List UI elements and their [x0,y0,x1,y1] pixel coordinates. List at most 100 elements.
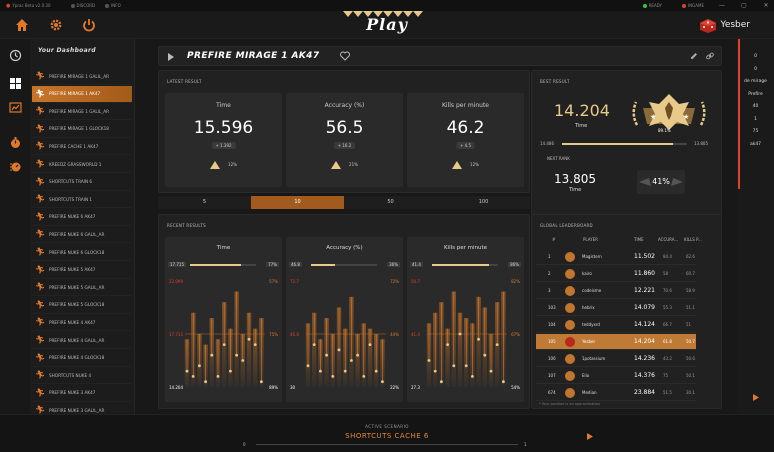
leaderboard-header: # PLAYER TIME ACCURA... KILLS P... [536,237,706,247]
close-button[interactable]: ✕ [762,2,770,9]
leaderboard-time: 14.124 [634,321,655,328]
latest-card-label: Accuracy (%) [324,102,365,109]
data-point [350,359,353,362]
tab-100[interactable]: 100 [437,196,530,209]
active-scenario-name[interactable]: SHORTCUTS CACHE 6 [0,432,774,440]
leaderboard-panel: GLOBAL LEADERBOARD # PLAYER TIME ACCURA.… [531,214,722,409]
leaderboard-row[interactable]: 106 1potassium 14.236 43.2 50.6 [536,351,696,367]
play-scenario-icon[interactable] [587,433,593,440]
dashboard-item-label: PREFIRE MIRAGE 1 GALIL_AR [49,108,110,114]
col-kpm: KILLS P... [684,237,702,242]
data-point [368,343,372,346]
latest-card-delta: + 4.5 [456,142,475,149]
minimize-button[interactable]: — [718,2,726,9]
best-time-value: 14.204 [554,101,610,120]
scenario-name: PREFIRE MIRAGE 1 AK47 [187,51,320,61]
avatar[interactable] [699,18,717,34]
dashboard-item[interactable]: 🏃︎ SHORTCUTS TRAIN 1 [32,191,132,209]
data-point [489,369,493,373]
leaderboard-player: Elio [582,373,590,378]
leaderboard-rank: 674 [548,390,556,395]
history-icon[interactable] [9,49,22,62]
tab-10[interactable]: 10 [251,196,344,209]
data-point [241,359,245,362]
dashboard-item[interactable]: 🏃︎ KREEDZ GRASSWORLD 1 [32,156,132,173]
scenario-progress-track [256,444,518,445]
triangle-icon [210,161,221,169]
leaderboard-row[interactable]: 104 teddyxrd 14.124 66.7 51 [536,317,696,333]
discord-link[interactable]: DISCORD [70,3,95,8]
latest-card-percent: 12% [228,162,237,167]
dashboard-item[interactable]: 🏃︎ PREFIRE NUKE 5 GLOCK18 [32,297,132,314]
dashboard-item[interactable]: 🏃︎ PREFIRE NUKE 6 AK47 [32,209,132,226]
axis-label-bottom: 30 [290,385,296,390]
dashboard-item[interactable]: 🏃︎ SHORTCUTS NUKE 4 [32,367,132,385]
app-name: ● Yprac Beta v2.0.30 [6,2,51,9]
play-icon[interactable] [168,53,174,61]
data-point [446,343,449,346]
leaderboard-kpm: 51.1 [686,305,695,310]
leaderboard-row[interactable]: 1 Magistern 11.502 84.4 62.6 [536,249,696,265]
info-link[interactable]: INFO [105,3,121,8]
maximize-button[interactable]: ▢ [740,2,748,9]
status-bar: ● Yprac Beta v2.0.30 DISCORD INFO READY … [0,0,774,11]
dashboard-item-label: PREFIRE CACHE 1 AK47 [49,143,99,149]
runner-icon: 🏃︎ [35,282,46,292]
tab-5[interactable]: 5 [158,196,251,209]
dashboard-item[interactable]: 🏃︎ PREFIRE MIRAGE 1 AK47 [32,85,132,103]
leaderboard-row[interactable]: 105 Yesber 14.204 61.8 50.7 [536,334,696,350]
leaderboard-row[interactable]: 107 Elio 14.376 75 50.1 [536,368,696,384]
col-rank: # [552,237,556,242]
dashboard-item[interactable]: 🏃︎ PREFIRE MIRAGE 1 GALIL_AR [32,103,132,121]
leaderboard-rank: 104 [548,322,556,327]
dashboard-item[interactable]: 🏃︎ PREFIRE NUKE 3 AK47 [32,385,132,402]
dashboard-item[interactable]: 🏃︎ PREFIRE NUKE 4 GALIL_AR [32,332,132,349]
rank-progress-fill [562,143,674,145]
icon-nav [0,39,30,414]
dashboard-item[interactable]: 🏃︎ PREFIRE CACHE 1 AK47 [32,138,132,156]
edit-icon[interactable] [690,52,698,60]
dashboard-item[interactable]: 🏃︎ PREFIRE MIRAGE 1 GLOCK18 [32,121,132,138]
leaderboard-row[interactable]: 674 Median 23.884 51.5 30.1 [536,385,696,401]
axis-label-bottom: 27.3 [411,385,420,390]
runner-icon: 🏃︎ [35,123,46,133]
data-point [185,369,189,373]
expand-arrow-icon[interactable] [753,394,759,401]
dashboard-item[interactable]: 🏃︎ PREFIRE NUKE 4 AK47 [32,314,132,332]
dashboard-item[interactable]: 🏃︎ PREFIRE NUKE 5 AK47 [32,262,132,279]
chart-icon[interactable] [9,101,22,114]
progress-min: 14.486 [540,141,554,146]
latest-card-percentile: 12% [165,161,282,169]
leaderboard-row[interactable]: 103 hebrix 14.079 55.3 51.1 [536,300,696,316]
latest-card-value: 56.5 [325,118,364,138]
timer-icon[interactable] [9,160,22,173]
heart-icon[interactable] [340,51,350,61]
dashboard-item-label: PREFIRE NUKE 6 AK47 [49,214,96,220]
stopwatch-icon[interactable] [9,136,22,149]
dashboard-item[interactable]: 🏃︎ PREFIRE NUKE 5 GALIL_AR [32,279,132,297]
link-icon[interactable] [706,52,714,60]
dashboard-icon[interactable] [9,77,22,90]
player-avatar [565,303,575,313]
leaderboard-row[interactable]: 2 kairo 11.860 58 60.7 [536,266,696,282]
leaderboard-rank: 1 [548,254,551,259]
runner-icon: 🏃︎ [35,335,46,344]
leaderboard-time: 14.204 [634,338,655,345]
latest-card-delta: + 1.392 [211,142,236,149]
runner-icon: 🏃︎ [35,387,46,397]
dashboard-item[interactable]: 🏃︎ PREFIRE NUKE 4 GLOCK18 [32,350,132,367]
sidebar-value: ak47 [749,141,762,147]
dashboard-item[interactable]: 🏃︎ SHORTCUTS TRAIN 6 [32,174,132,191]
app-logo-icon: ● [6,2,11,9]
username[interactable]: Yesber [721,20,750,30]
leaderboard-row[interactable]: 3 codeisme 12.221 70.6 58.9 [536,283,696,299]
leaderboard-time: 11.860 [634,270,655,277]
data-point [247,337,251,341]
dashboard-item[interactable]: 🏃︎ PREFIRE NUKE 6 GALIL_AR [32,226,132,244]
runner-icon: 🏃︎ [35,159,46,168]
dashboard-item-label: PREFIRE NUKE 5 GLOCK18 [49,302,105,308]
tab-50[interactable]: 50 [344,196,437,209]
dashboard-item[interactable]: 🏃︎ PREFIRE NUKE 6 GLOCK18 [32,244,132,261]
dashboard-item-label: PREFIRE NUKE 5 AK47 [49,267,96,273]
dashboard-item[interactable]: 🏃︎ PREFIRE MIRAGE 1 GALIL_AR [32,68,132,85]
